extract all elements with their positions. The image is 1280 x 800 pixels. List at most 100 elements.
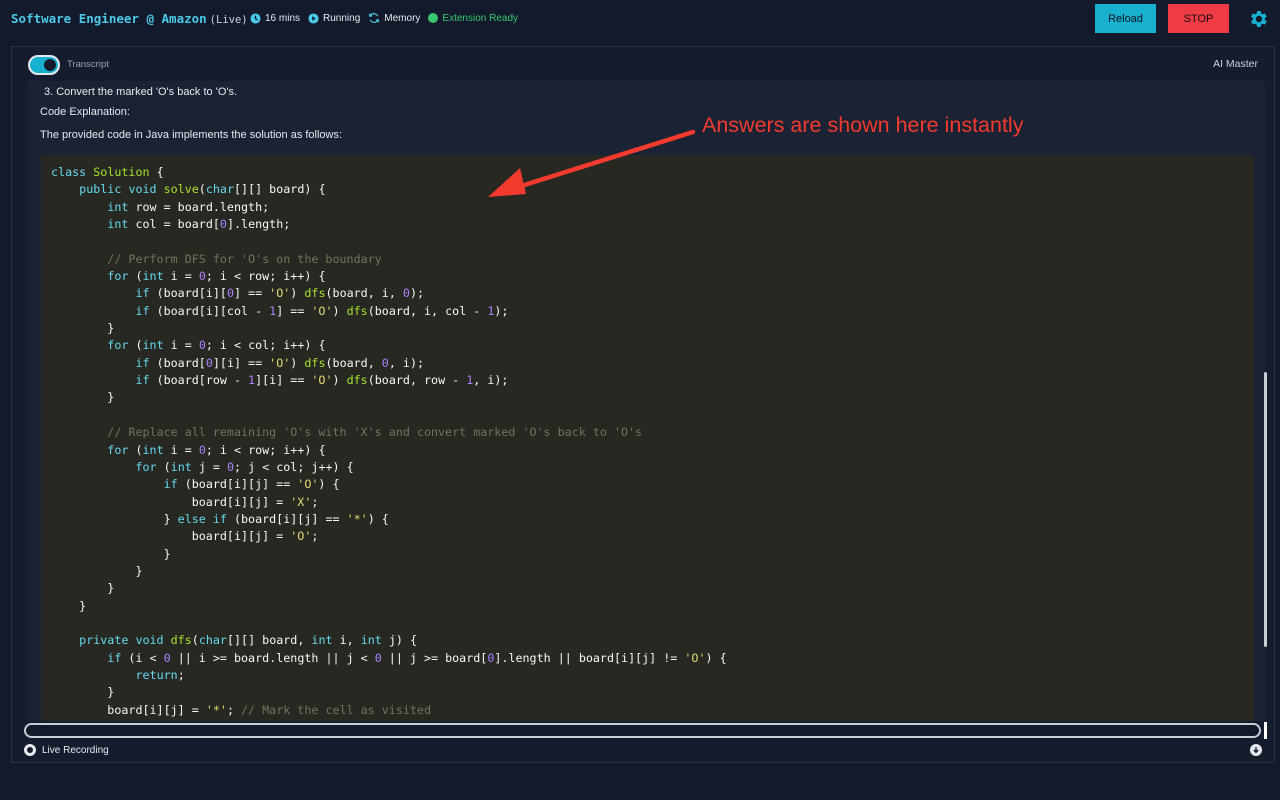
code-line: }	[51, 546, 1254, 563]
code-token: // Replace all remaining 'O's with 'X's …	[107, 425, 643, 440]
code-line: board[i][j] = 'X';	[51, 494, 1254, 511]
code-token: ) {	[705, 650, 727, 665]
code-token: (board,	[325, 355, 382, 370]
code-token: int	[107, 199, 129, 214]
code-token: int	[311, 633, 333, 648]
code-token: class	[51, 165, 94, 179]
code-token: '*'	[346, 511, 368, 526]
code-token: }	[51, 321, 115, 336]
transcript-toggle[interactable]	[28, 55, 60, 75]
code-token: private void	[79, 633, 171, 648]
code-token: || j >= board[	[381, 650, 488, 665]
code-token: (	[198, 182, 206, 197]
explanation-heading: Code Explanation:	[40, 106, 130, 118]
live-tag: (Live)	[209, 14, 248, 26]
annotation-arrow	[488, 129, 696, 197]
session-title: Software Engineer @ Amazon (Live)	[11, 11, 248, 26]
stop-button[interactable]: STOP	[1168, 4, 1229, 33]
code-token: Solution	[93, 165, 150, 179]
code-token: 'O'	[311, 373, 333, 388]
scroll-down-button[interactable]	[1250, 744, 1262, 756]
code-line: }	[51, 598, 1254, 615]
code-token: [][] board) {	[234, 182, 326, 197]
code-token: for	[107, 338, 129, 353]
code-token: 0	[226, 459, 235, 474]
timer-status: 16 mins	[250, 13, 300, 24]
code-token: (board, i,	[325, 286, 403, 301]
code-token: , i);	[473, 373, 509, 388]
code-token: if	[163, 477, 178, 492]
code-token: }	[51, 598, 87, 613]
vertical-scrollbar[interactable]	[1264, 372, 1267, 647]
code-line: if (board[i][0] == 'O') dfs(board, i, 0)…	[51, 285, 1254, 302]
code-token: (board[i][col -	[149, 303, 270, 318]
code-token: board[i][j] =	[51, 702, 206, 717]
code-token: 0	[198, 269, 206, 284]
code-token: 0	[402, 286, 410, 301]
code-token: );	[409, 286, 425, 301]
record-icon	[24, 744, 36, 756]
code-token: if	[135, 355, 150, 370]
code-token: ].length || board[i][j] !=	[494, 650, 685, 665]
session-title-text: Software Engineer @ Amazon	[11, 11, 207, 26]
code-token: || i >= board.length || j <	[170, 650, 375, 665]
code-token: 'O'	[684, 650, 706, 665]
gear-icon[interactable]	[1247, 8, 1269, 30]
code-line: if (board[i][j] == 'O') {	[51, 476, 1254, 493]
code-line: }	[51, 684, 1254, 701]
code-token: int	[107, 217, 129, 232]
prompt-input[interactable]	[24, 723, 1261, 738]
code-line: for (int i = 0; i < col; i++) {	[51, 337, 1254, 354]
code-token: ] ==	[233, 286, 270, 301]
code-token: if	[135, 303, 150, 318]
code-token: i,	[332, 633, 361, 648]
code-token: int	[142, 442, 164, 457]
code-token: [][] board,	[226, 633, 312, 648]
explanation-intro: The provided code in Java implements the…	[40, 129, 343, 141]
code-line: // Replace all remaining 'O's with 'X's …	[51, 424, 1254, 441]
code-line: }	[51, 320, 1254, 337]
code-token: for	[107, 442, 129, 457]
code-token: j =	[191, 459, 227, 474]
live-recording-indicator[interactable]: Live Recording	[24, 744, 109, 756]
code-token: ; i < row; i++) {	[205, 442, 326, 457]
code-token: (board, row -	[367, 373, 467, 388]
clock-icon	[250, 12, 261, 24]
code-token: );	[494, 303, 509, 318]
code-token: dfs	[170, 633, 192, 648]
code-token: 'O'	[311, 303, 333, 318]
code-token: if	[107, 650, 122, 665]
code-line: board[i][j] = '*'; // Mark the cell as v…	[51, 702, 1254, 719]
code-line: for (int j = 0; j < col; j++) {	[51, 459, 1254, 476]
reload-button[interactable]: Reload	[1095, 4, 1156, 33]
code-token: 'O'	[269, 286, 291, 301]
code-token: ].length;	[226, 217, 291, 232]
code-token: 0	[219, 217, 227, 232]
code-token: solve	[163, 182, 199, 197]
code-token: for	[107, 269, 129, 284]
code-token: ] ==	[276, 303, 312, 318]
code-token: ; j < col; j++) {	[234, 459, 354, 474]
timer-text: 16 mins	[265, 12, 301, 24]
code-line: private void dfs(char[][] board, int i, …	[51, 632, 1254, 649]
refresh-icon	[369, 13, 380, 23]
code-token: 0	[198, 442, 206, 457]
memory-status[interactable]: Memory	[368, 12, 420, 24]
code-token: ; i < row; i++) {	[205, 269, 326, 284]
panel-header: Transcript AI Master	[12, 47, 1274, 81]
code-token: dfs	[304, 286, 326, 301]
code-token: ; i < col; i++) {	[205, 338, 326, 353]
